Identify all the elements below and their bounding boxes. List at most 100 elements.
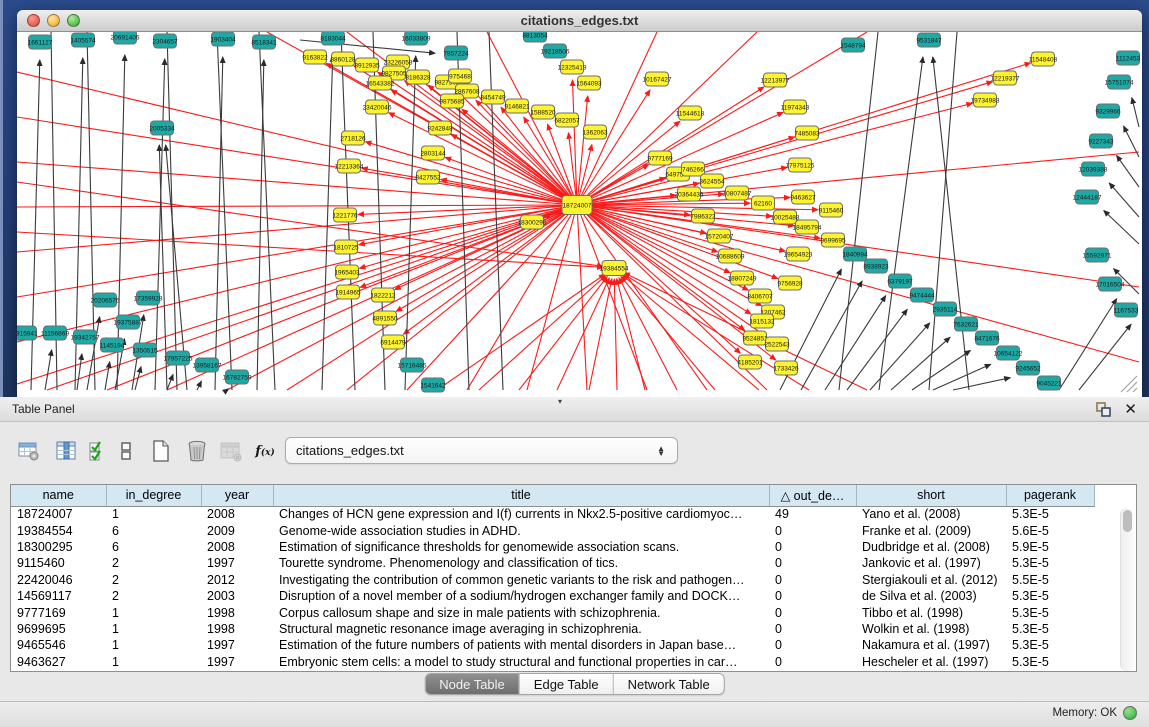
select-all-columns-button[interactable] [83, 435, 113, 467]
table-cell[interactable]: 18724007 [11, 506, 106, 522]
delete-column-button[interactable] [182, 435, 212, 467]
graph-node[interactable] [646, 72, 669, 86]
table-cell[interactable]: Changes of HCN gene expression and I(f) … [273, 506, 769, 522]
graph-node[interactable] [744, 331, 767, 345]
graph-node[interactable] [322, 32, 345, 45]
graph-node[interactable] [708, 229, 731, 243]
table-cell[interactable]: Tourette syndrome. Phenomenology and cla… [273, 555, 769, 571]
column-header-out_de[interactable]: △ out_de… [769, 485, 856, 506]
table-cell[interactable]: 1997 [201, 654, 273, 670]
column-header-in_degree[interactable]: in_degree [106, 485, 201, 506]
graph-node[interactable] [719, 249, 742, 263]
graph-node[interactable] [521, 215, 544, 229]
table-row[interactable]: 946554611997Estimation of the future num… [11, 637, 1094, 653]
tab-network-table[interactable]: Network Table [613, 674, 724, 694]
graph-node[interactable] [739, 355, 762, 369]
graph-node[interactable] [441, 94, 464, 108]
table-cell[interactable]: 5.3E-5 [1006, 555, 1094, 571]
table-cell[interactable]: Estimation of significance thresholds fo… [273, 539, 769, 555]
graph-node[interactable] [1082, 162, 1105, 176]
column-header-year[interactable]: year [201, 485, 273, 506]
table-cell[interactable]: 5.5E-5 [1006, 572, 1094, 588]
graph-node[interactable] [1115, 303, 1138, 317]
graph-node[interactable] [692, 209, 715, 223]
graph-node[interactable] [822, 233, 845, 247]
graph-node[interactable] [911, 288, 934, 302]
table-cell[interactable]: 1998 [201, 604, 273, 620]
graph-node[interactable] [1086, 248, 1109, 262]
graph-node[interactable] [356, 58, 379, 72]
table-row[interactable]: 977716911998Corpus callosum shape and si… [11, 604, 1094, 620]
table-cell[interactable]: 6 [106, 539, 201, 555]
table-cell[interactable]: 0 [769, 654, 856, 670]
graph-node[interactable] [374, 311, 397, 325]
graph-node[interactable] [701, 174, 724, 188]
graph-node[interactable] [918, 33, 941, 47]
table-cell[interactable]: 1997 [201, 637, 273, 653]
graph-node[interactable] [482, 90, 505, 104]
graph-node[interactable] [561, 60, 584, 74]
table-cell[interactable]: Tibbo et al. (1998) [856, 604, 1006, 620]
graph-node[interactable] [94, 293, 117, 307]
table-cell[interactable]: Disruption of a novel member of a sodium… [273, 588, 769, 604]
graph-node[interactable] [796, 220, 819, 234]
table-cell[interactable]: Investigating the contribution of common… [273, 572, 769, 588]
graph-node[interactable] [749, 289, 772, 303]
table-cell[interactable]: 5.9E-5 [1006, 539, 1094, 555]
graph-node[interactable] [779, 276, 802, 290]
graph-node[interactable] [726, 186, 749, 200]
graph-node[interactable] [889, 274, 912, 288]
table-row[interactable]: 946362711997Embryonic stem cells: a mode… [11, 654, 1094, 670]
graph-node[interactable] [72, 33, 95, 47]
graph-node[interactable] [422, 378, 445, 392]
graph-node[interactable] [253, 35, 276, 49]
hide-columns-button[interactable] [111, 435, 141, 467]
table-cell[interactable]: 5.3E-5 [1006, 506, 1094, 522]
table-cell[interactable]: 1 [106, 654, 201, 670]
table-cell[interactable]: 2008 [201, 539, 273, 555]
table-cell[interactable]: 5.3E-5 [1006, 588, 1094, 604]
table-cell[interactable]: 0 [769, 522, 856, 538]
graph-node[interactable] [336, 265, 359, 279]
graph-node[interactable] [332, 52, 355, 66]
column-header-title[interactable]: title [273, 485, 769, 506]
graph-node[interactable] [372, 288, 395, 302]
tab-node-table[interactable]: Node Table [425, 674, 519, 694]
graph-node[interactable] [584, 125, 607, 139]
graph-node[interactable] [764, 73, 787, 87]
graph-node[interactable] [17, 326, 37, 340]
table-cell[interactable]: Yano et al. (2008) [856, 506, 1006, 522]
close-panel-icon[interactable]: ✕ [1124, 402, 1137, 417]
minimize-window-button[interactable] [47, 14, 60, 27]
graph-node[interactable] [337, 285, 360, 299]
table-cell[interactable]: 5.3E-5 [1006, 604, 1094, 620]
graph-node[interactable] [506, 99, 529, 113]
graph-node[interactable] [678, 187, 701, 201]
table-cell[interactable]: 1 [106, 621, 201, 637]
table-cell[interactable]: 5.3E-5 [1006, 621, 1094, 637]
table-cell[interactable]: Embryonic stem cells: a model to study s… [273, 654, 769, 670]
table-cell[interactable]: 9115460 [11, 555, 106, 571]
graph-node[interactable] [976, 331, 999, 345]
graph-node[interactable] [774, 210, 797, 224]
table-cell[interactable]: 5.3E-5 [1006, 654, 1094, 670]
create-column-button[interactable] [146, 435, 176, 467]
table-cell[interactable]: 14569117 [11, 588, 106, 604]
graph-node[interactable] [775, 361, 798, 375]
table-cell[interactable]: 2008 [201, 506, 273, 522]
zoom-window-button[interactable] [67, 14, 80, 27]
graph-node[interactable] [338, 159, 361, 173]
graph-node[interactable] [787, 247, 810, 261]
table-cell[interactable]: 9777169 [11, 604, 106, 620]
table-cell[interactable]: 0 [769, 604, 856, 620]
tab-edge-table[interactable]: Edge Table [519, 674, 613, 694]
table-cell[interactable]: 0 [769, 621, 856, 637]
table-cell[interactable]: 9699695 [11, 621, 106, 637]
table-cell[interactable]: Estimation of the future numbers of pati… [273, 637, 769, 653]
graph-node[interactable] [134, 343, 157, 357]
table-cell[interactable]: 5.3E-5 [1006, 637, 1094, 653]
table-cell[interactable]: 49 [769, 506, 856, 522]
graph-node[interactable] [524, 32, 547, 42]
graph-node[interactable] [401, 358, 424, 372]
network-window-titlebar[interactable]: citations_edges.txt [17, 10, 1142, 32]
